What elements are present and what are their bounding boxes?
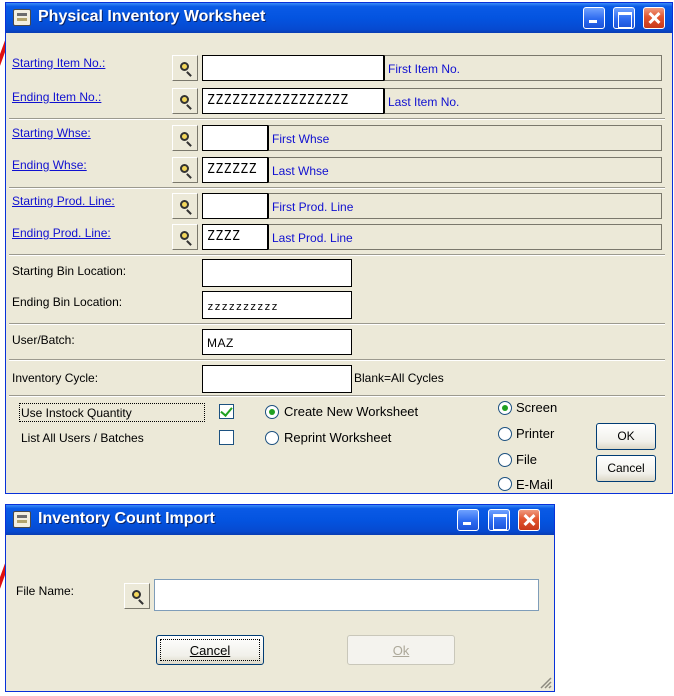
ok-button[interactable]: OK	[596, 423, 656, 450]
use-instock-checkbox[interactable]	[219, 404, 234, 419]
starting-item-lookup-button[interactable]	[172, 55, 198, 81]
starting-whse-lookup-button[interactable]	[172, 125, 198, 151]
create-new-worksheet-label[interactable]: Create New Worksheet	[284, 404, 418, 419]
user-batch-input[interactable]: MAZ	[202, 329, 352, 355]
starting-prod-line-description: First Prod. Line	[268, 193, 662, 219]
divider-prod-bin	[9, 254, 665, 256]
import-ok-label: Ok	[392, 643, 410, 658]
ending-prod-line-input[interactable]: ZZZZ	[202, 224, 268, 250]
file-name-lookup-button[interactable]	[124, 583, 150, 609]
file-name-input[interactable]	[154, 579, 539, 611]
ending-item-label[interactable]: Ending Item No.:	[12, 90, 101, 104]
import-ok-button[interactable]: Ok	[347, 635, 455, 665]
ending-whse-description: Last Whse	[268, 157, 662, 183]
divider-whse-prod	[9, 187, 665, 189]
divider-cycle-options	[9, 395, 665, 397]
starting-whse-description: First Whse	[268, 125, 662, 151]
divider-user-cycle	[9, 359, 665, 361]
inventory-cycle-hint: Blank=All Cycles	[354, 371, 444, 385]
starting-item-description: First Item No.	[384, 55, 662, 81]
output-email-label[interactable]: E-Mail	[516, 477, 553, 492]
search-icon	[180, 95, 189, 104]
output-screen-label[interactable]: Screen	[516, 400, 557, 415]
use-instock-label[interactable]: Use Instock Quantity	[21, 406, 132, 420]
inventory-count-import-window: Inventory Count Import File Name: Cancel…	[5, 504, 555, 692]
list-all-users-label[interactable]: List All Users / Batches	[21, 431, 144, 445]
output-email-radio[interactable]	[498, 477, 512, 491]
ending-whse-label[interactable]: Ending Whse:	[12, 158, 87, 172]
reprint-worksheet-label[interactable]: Reprint Worksheet	[284, 430, 391, 445]
output-printer-label[interactable]: Printer	[516, 426, 554, 441]
maximize-icon[interactable]	[613, 7, 635, 29]
inventory-cycle-input[interactable]	[202, 365, 352, 393]
divider-item-whse	[9, 118, 665, 120]
window-title: Physical Inventory Worksheet	[38, 8, 266, 25]
inventory-cycle-label: Inventory Cycle:	[12, 371, 99, 385]
starting-prod-line-input[interactable]	[202, 193, 268, 219]
search-icon	[180, 132, 189, 141]
output-screen-radio[interactable]	[498, 401, 512, 415]
list-all-users-checkbox[interactable]	[219, 430, 234, 445]
search-icon	[180, 200, 189, 209]
physical-inventory-worksheet-window: Physical Inventory Worksheet Starting It…	[5, 2, 673, 494]
ending-item-description: Last Item No.	[384, 88, 662, 114]
ending-bin-label: Ending Bin Location:	[12, 295, 123, 309]
import-window-title: Inventory Count Import	[38, 510, 215, 527]
cancel-button[interactable]: Cancel	[596, 455, 656, 482]
maximize-icon[interactable]	[488, 509, 510, 531]
ending-item-lookup-button[interactable]	[172, 88, 198, 114]
create-new-worksheet-radio[interactable]	[265, 405, 279, 419]
starting-prod-line-label[interactable]: Starting Prod. Line:	[12, 194, 115, 208]
starting-whse-input[interactable]	[202, 125, 268, 151]
ending-whse-input[interactable]: ZZZZZZ	[202, 157, 268, 183]
ending-prod-line-lookup-button[interactable]	[172, 224, 198, 250]
app-window-icon[interactable]	[13, 511, 31, 528]
ending-prod-line-description: Last Prod. Line	[268, 224, 662, 250]
resize-grip-icon[interactable]	[538, 675, 552, 689]
user-batch-label: User/Batch:	[12, 333, 75, 347]
search-icon	[180, 231, 189, 240]
reprint-worksheet-radio[interactable]	[265, 431, 279, 445]
worksheet-titlebar[interactable]: Physical Inventory Worksheet	[6, 3, 672, 33]
output-file-radio[interactable]	[498, 453, 512, 467]
search-icon	[180, 62, 189, 71]
ending-prod-line-label[interactable]: Ending Prod. Line:	[12, 226, 111, 240]
app-window-icon[interactable]	[13, 9, 31, 26]
close-icon[interactable]	[643, 7, 665, 29]
import-cancel-button[interactable]: Cancel	[156, 635, 264, 665]
search-icon	[180, 164, 189, 173]
ending-item-input[interactable]: ZZZZZZZZZZZZZZZZZ	[202, 88, 384, 114]
ending-bin-input[interactable]: zzzzzzzzzz	[202, 291, 352, 319]
import-titlebar[interactable]: Inventory Count Import	[6, 505, 554, 535]
output-printer-radio[interactable]	[498, 427, 512, 441]
starting-bin-input[interactable]	[202, 259, 352, 287]
starting-prod-line-lookup-button[interactable]	[172, 193, 198, 219]
search-icon	[132, 590, 141, 599]
starting-bin-label: Starting Bin Location:	[12, 264, 127, 278]
import-cancel-label: Cancel	[189, 643, 231, 658]
output-file-label[interactable]: File	[516, 452, 537, 467]
ending-whse-lookup-button[interactable]	[172, 157, 198, 183]
starting-item-input[interactable]	[202, 55, 384, 81]
minimize-icon[interactable]	[457, 509, 479, 531]
divider-bin-user	[9, 323, 665, 325]
close-icon[interactable]	[518, 509, 540, 531]
minimize-icon[interactable]	[583, 7, 605, 29]
starting-whse-label[interactable]: Starting Whse:	[12, 126, 91, 140]
file-name-label: File Name:	[16, 584, 75, 598]
starting-item-label[interactable]: Starting Item No.:	[12, 56, 105, 70]
